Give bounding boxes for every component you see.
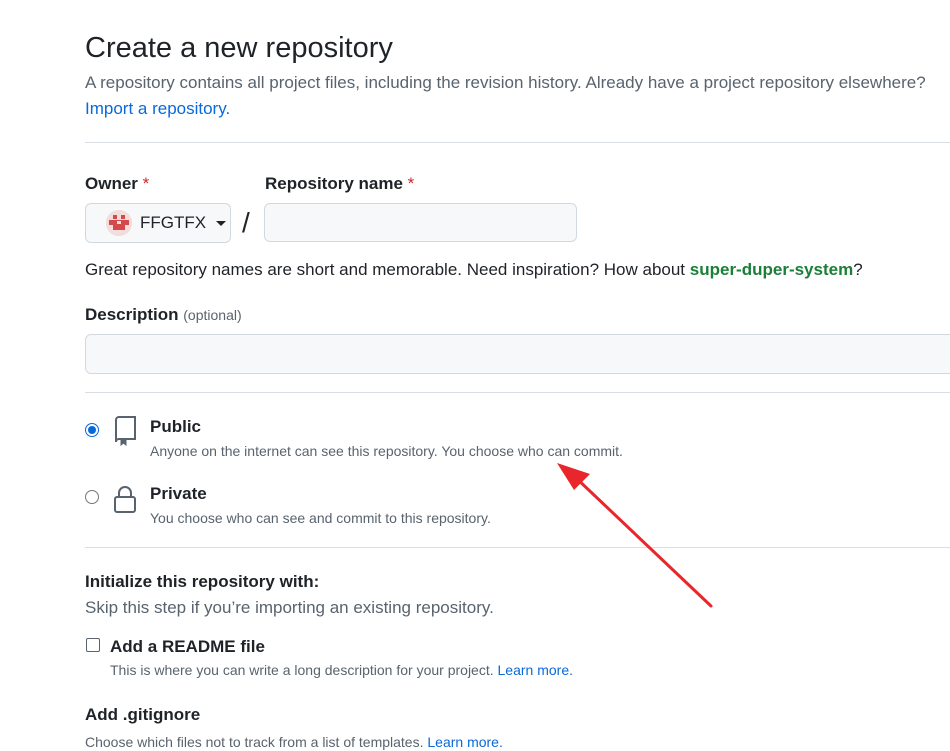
hint-text: Great repository names are short and mem… xyxy=(85,260,690,279)
name-suggestion-link[interactable]: super-duper-system xyxy=(690,260,853,279)
initialize-title: Initialize this repository with: xyxy=(85,572,320,591)
visibility-private-radio[interactable] xyxy=(85,490,99,504)
readme-description: This is where you can write a long descr… xyxy=(110,661,573,679)
visibility-private-title: Private xyxy=(150,484,207,503)
visibility-public-radio[interactable] xyxy=(85,423,99,437)
gitignore-description-text: Choose which files not to track from a l… xyxy=(85,734,424,750)
page-subtitle: A repository contains all project files,… xyxy=(85,73,926,92)
hint-suffix: ? xyxy=(853,260,863,279)
optional-label: (optional) xyxy=(183,307,242,323)
required-mark: * xyxy=(142,174,150,193)
owner-repo-separator: / xyxy=(242,207,250,238)
avatar xyxy=(106,210,132,236)
required-mark: * xyxy=(407,174,415,193)
owner-label: Owner * xyxy=(85,173,149,195)
readme-learn-more-link[interactable]: Learn more. xyxy=(498,662,573,678)
page-title: Create a new repository xyxy=(85,32,393,64)
add-gitignore-label: Add .gitignore xyxy=(85,705,201,724)
add-readme-label[interactable]: Add a README file xyxy=(110,636,265,658)
import-repository-link[interactable]: Import a repository. xyxy=(85,98,230,120)
repository-name-input[interactable] xyxy=(264,203,577,242)
visibility-public-title: Public xyxy=(150,417,202,436)
lock-icon xyxy=(114,486,136,513)
divider xyxy=(85,142,950,143)
gitignore-description: Choose which files not to track from a l… xyxy=(85,733,503,751)
description-input[interactable] xyxy=(85,334,950,374)
description-label-text: Description xyxy=(85,305,179,324)
readme-description-text: This is where you can write a long descr… xyxy=(110,662,494,678)
gitignore-learn-more-link[interactable]: Learn more. xyxy=(427,734,502,750)
visibility-private-description: You choose who can see and commit to thi… xyxy=(150,510,491,526)
initialize-subtitle: Skip this step if you’re importing an ex… xyxy=(85,598,494,617)
divider xyxy=(85,392,950,393)
repo-name-hint: Great repository names are short and mem… xyxy=(85,259,863,281)
description-label: Description (optional) xyxy=(85,304,242,326)
repo-name-label: Repository name * xyxy=(265,173,414,195)
radio-unchecked[interactable] xyxy=(85,490,99,504)
divider xyxy=(85,547,950,548)
owner-select-button[interactable]: FFGTFX xyxy=(85,203,231,243)
caret-down-icon xyxy=(216,220,227,226)
radio-checked[interactable] xyxy=(85,423,99,437)
repo-name-label-text: Repository name xyxy=(265,174,403,193)
owner-label-text: Owner xyxy=(85,174,138,193)
add-readme-checkbox[interactable] xyxy=(86,638,100,652)
visibility-public-description: Anyone on the internet can see this repo… xyxy=(150,443,623,459)
owner-name: FFGTFX xyxy=(140,213,207,232)
repo-icon xyxy=(115,416,136,446)
